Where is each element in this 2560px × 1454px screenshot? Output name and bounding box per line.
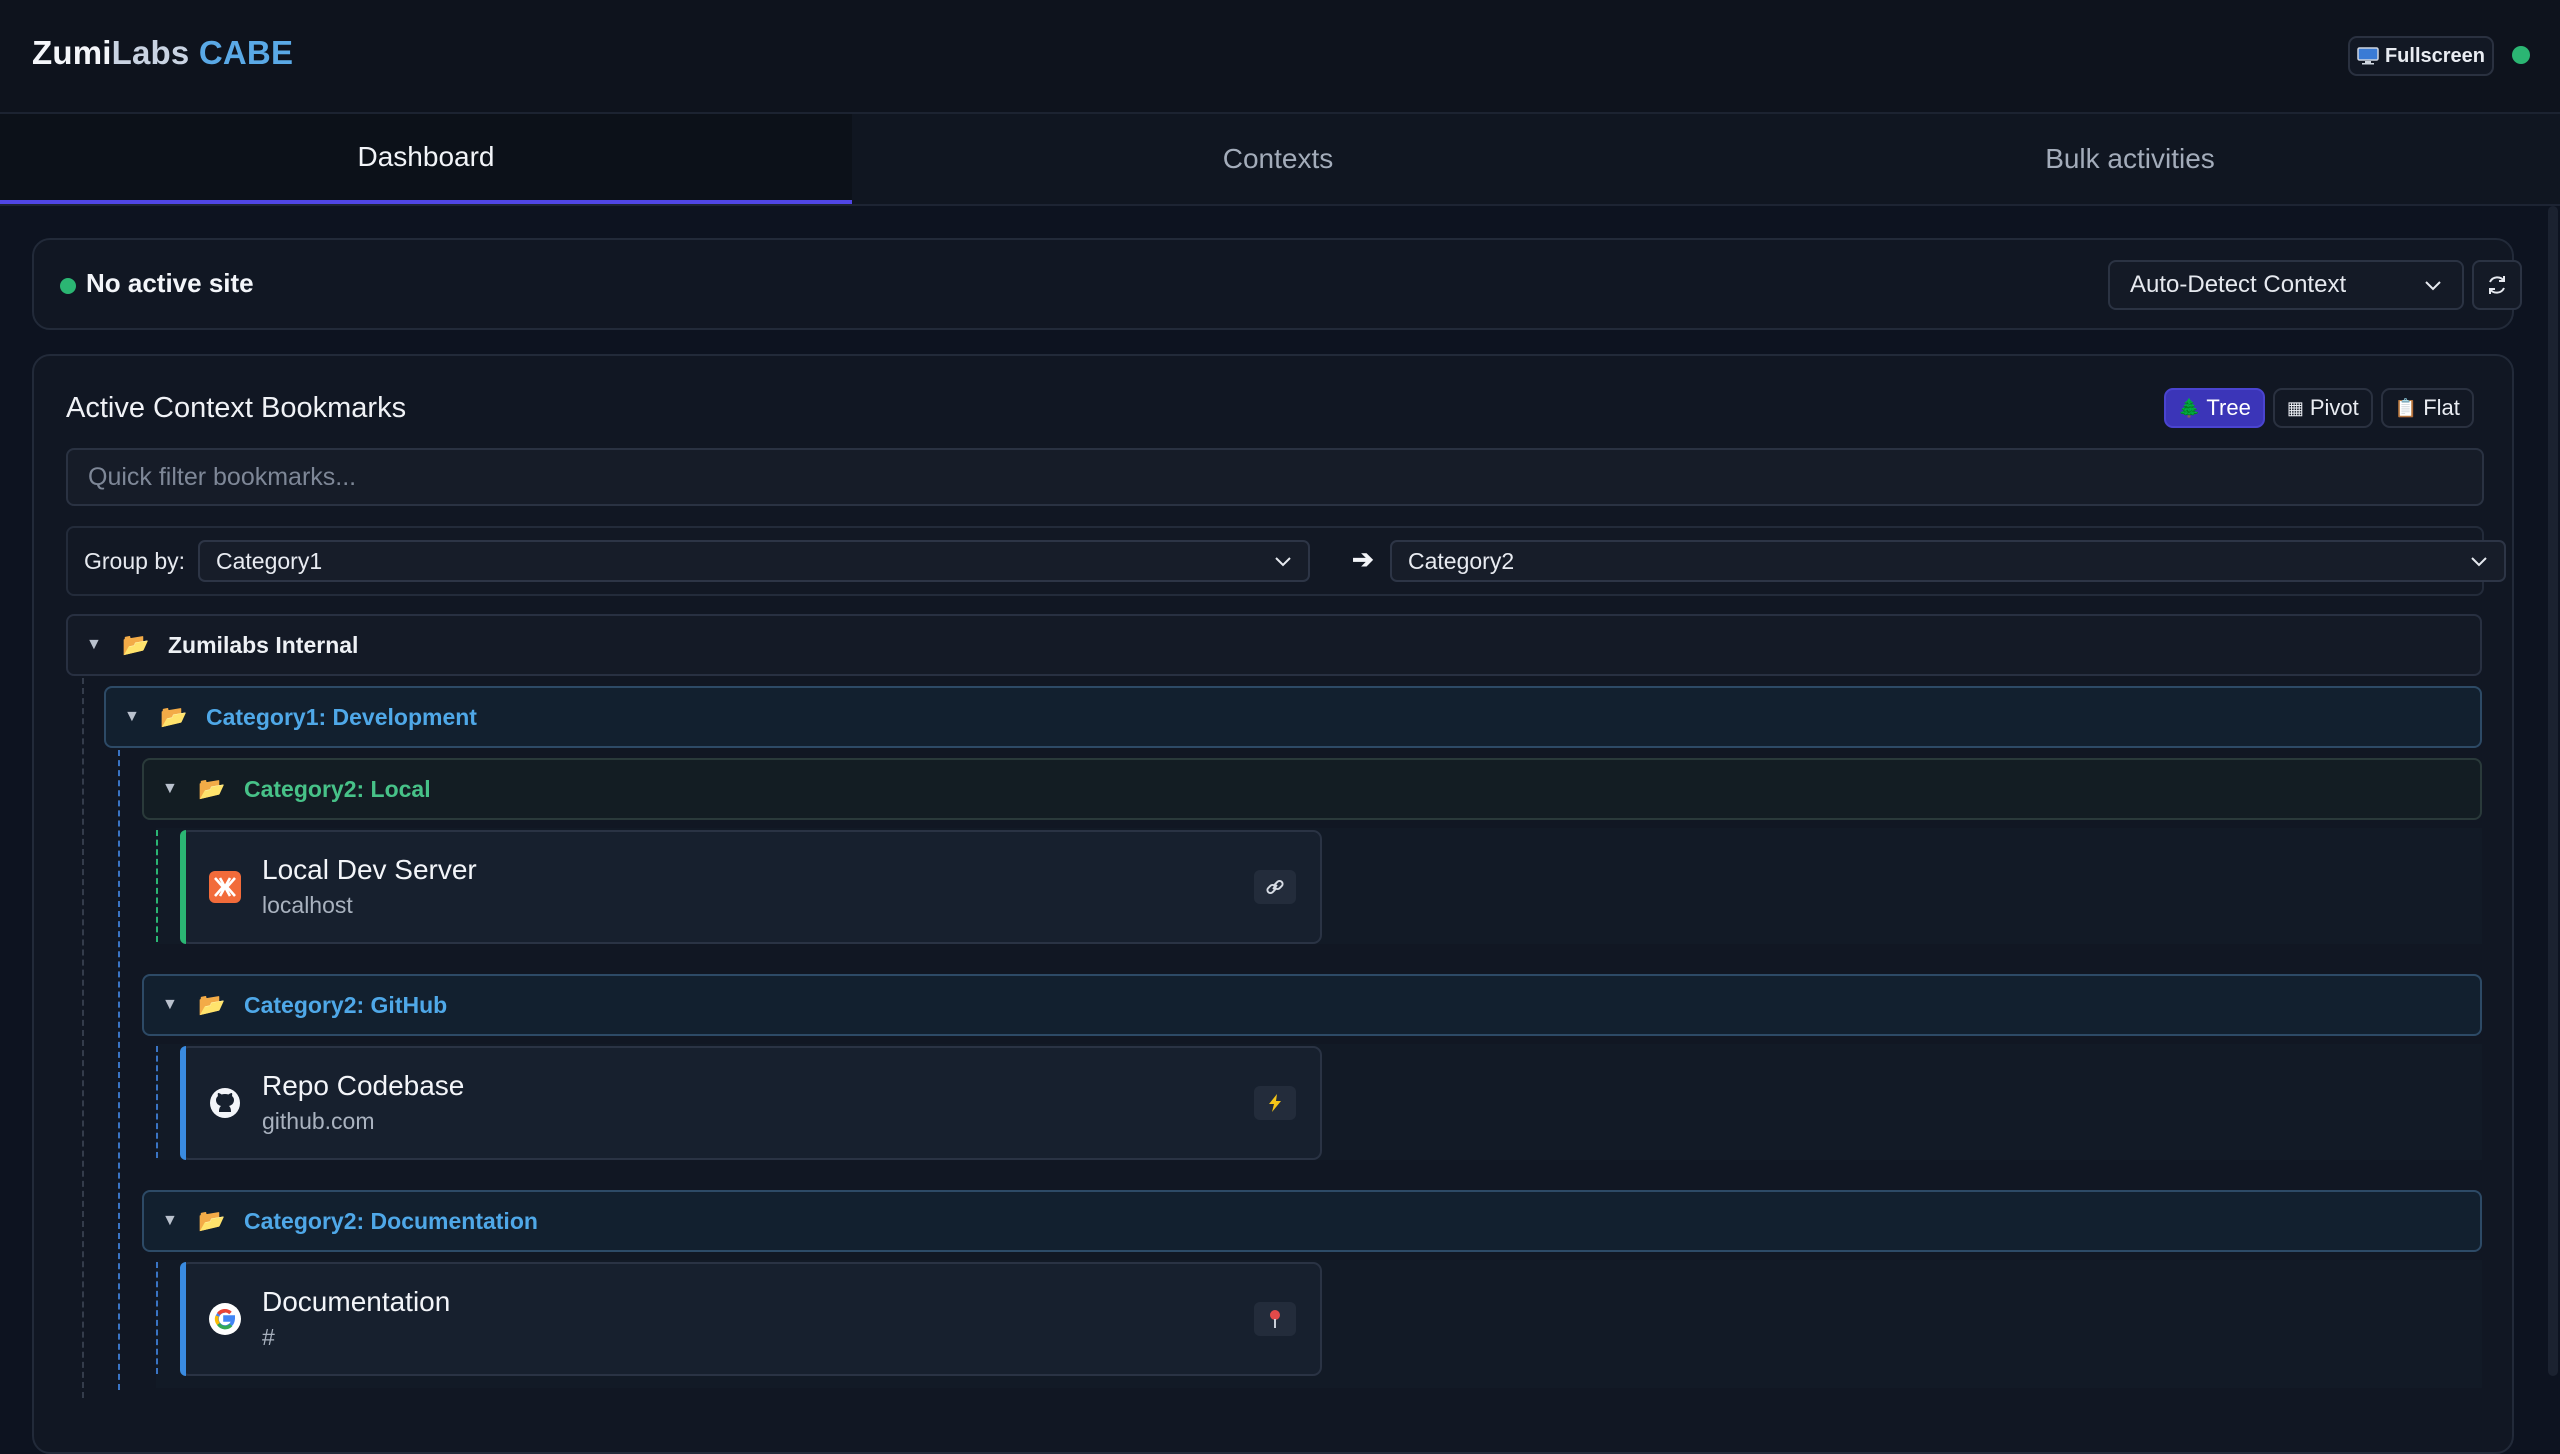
view-pivot-button[interactable]: ▦ Pivot: [2272, 388, 2373, 428]
caret-down-icon: ▼: [162, 996, 178, 1013]
tree-root-node[interactable]: ▼ 📂 Zumilabs Internal: [66, 614, 2482, 676]
brand-zumi: Zumi: [32, 34, 112, 71]
tree-category1-label: Category1: Development: [206, 703, 477, 730]
active-site-status: No active site: [86, 268, 254, 298]
view-flat-button[interactable]: 📋 Flat: [2380, 388, 2474, 428]
bookmark-card-documentation[interactable]: Documentation #: [180, 1262, 1322, 1376]
tree-category2-node-local[interactable]: ▼ 📂 Category2: Local: [142, 758, 2482, 820]
tab-bulk-activities[interactable]: Bulk activities: [1704, 114, 2556, 204]
bookmarks-title: Active Context Bookmarks: [66, 392, 407, 424]
app-brand: ZumiLabs CABE: [32, 34, 293, 72]
tab-dashboard[interactable]: Dashboard: [0, 114, 852, 204]
group-by-primary-select[interactable]: Category1: [198, 540, 1310, 582]
folder-icon: 📂: [122, 632, 150, 657]
github-icon: [210, 1088, 240, 1118]
tree-guide-line: [156, 1262, 158, 1374]
group-by-bar: Group by: Category1 ➔ Category2: [66, 526, 2506, 596]
bookmark-url: github.com: [262, 1108, 375, 1134]
caret-down-icon: ▼: [124, 708, 140, 725]
caret-down-icon: ▼: [162, 1212, 178, 1229]
refresh-context-button[interactable]: [2472, 260, 2522, 310]
bookmark-title: Documentation: [262, 1286, 451, 1317]
link-icon-glyph: [1266, 879, 1284, 895]
folder-icon: 📂: [198, 992, 226, 1017]
bookmark-card-repo[interactable]: Repo Codebase github.com: [180, 1046, 1322, 1160]
pin-icon[interactable]: [1254, 1302, 1296, 1336]
tree-category2-node-github[interactable]: ▼ 📂 Category2: GitHub: [142, 974, 2482, 1036]
pivot-icon: ▦: [2286, 397, 2304, 418]
tree-guide-line: [118, 750, 120, 1390]
tree-guide-line: [82, 678, 84, 1398]
active-site-panel: No active site Auto-Detect Context: [32, 238, 2522, 330]
pin-icon-glyph: [1270, 1310, 1280, 1328]
view-flat-label: Flat: [2423, 395, 2460, 420]
context-select-value: Auto-Detect Context: [2130, 271, 2347, 298]
chevron-down-icon: [2471, 557, 2487, 567]
folder-icon: 📂: [198, 1208, 226, 1233]
group-by-secondary-value: Category2: [1408, 547, 1515, 574]
tree-category2-label: Category2: Local: [244, 775, 431, 802]
caret-down-icon: ▼: [162, 780, 178, 797]
clipboard-icon: 📋: [2394, 397, 2418, 418]
link-icon[interactable]: [1254, 870, 1296, 904]
connection-status-indicator: [2512, 46, 2530, 64]
monitor-icon: [2357, 47, 2379, 65]
google-icon: [209, 1303, 241, 1335]
bookmark-url: #: [262, 1324, 275, 1350]
bookmark-title: Repo Codebase: [262, 1070, 465, 1101]
brand-labs: Labs: [111, 34, 190, 71]
bookmark-filter-placeholder: Quick filter bookmarks...: [88, 462, 357, 491]
fullscreen-button[interactable]: Fullscreen: [2348, 36, 2494, 76]
tree-category2-label: Category2: Documentation: [244, 1207, 538, 1234]
arrow-right-icon: ➔: [1352, 544, 1374, 574]
fullscreen-label: Fullscreen: [2384, 44, 2486, 67]
view-mode-switcher: 🌲 Tree ▦ Pivot 📋 Flat: [2164, 388, 2474, 428]
lightning-icon-glyph: [1269, 1094, 1281, 1112]
tree-root-label: Zumilabs Internal: [168, 631, 359, 658]
xampp-icon: [209, 871, 241, 903]
page-scrollbar[interactable]: [2548, 206, 2558, 1376]
view-tree-button[interactable]: 🌲 Tree: [2164, 388, 2265, 428]
brand-cabe: CABE: [198, 34, 294, 71]
tree-guide-line: [156, 830, 158, 942]
group-by-secondary-select[interactable]: Category2: [1390, 540, 2506, 582]
tree-guide-line: [156, 1046, 158, 1158]
chevron-down-icon: [1275, 557, 1291, 567]
folder-icon: 📂: [198, 776, 226, 801]
card-accent-bar: [180, 1262, 186, 1376]
caret-down-icon: ▼: [86, 636, 102, 653]
bookmark-filter-input[interactable]: Quick filter bookmarks...: [66, 448, 2484, 506]
group-by-primary-value: Category1: [216, 547, 323, 574]
card-accent-bar: [180, 830, 186, 944]
tree-category2-label: Category2: GitHub: [244, 991, 448, 1018]
refresh-icon: [2489, 276, 2505, 294]
view-tree-label: Tree: [2206, 395, 2251, 420]
tree-icon: 🌲: [2178, 397, 2201, 418]
app-header: ZumiLabs CABE Fullscreen: [0, 0, 2560, 114]
tab-contexts[interactable]: Contexts: [852, 114, 1704, 204]
context-select[interactable]: Auto-Detect Context: [2108, 260, 2464, 310]
main-tabs: Dashboard Contexts Bulk activities: [0, 114, 2560, 206]
bookmark-title: Local Dev Server: [262, 854, 477, 885]
lightning-icon[interactable]: [1254, 1086, 1296, 1120]
bookmark-card-local-dev[interactable]: Local Dev Server localhost: [180, 830, 1322, 944]
folder-icon: 📂: [160, 704, 188, 729]
group-by-label: Group by:: [84, 548, 185, 574]
site-status-dot: [60, 278, 76, 294]
chevron-down-icon: [2425, 281, 2441, 291]
tree-category2-node-documentation[interactable]: ▼ 📂 Category2: Documentation: [142, 1190, 2482, 1252]
view-pivot-label: Pivot: [2309, 395, 2359, 420]
tree-category1-node[interactable]: ▼ 📂 Category1: Development: [104, 686, 2482, 748]
card-accent-bar: [180, 1046, 186, 1160]
bookmark-url: localhost: [262, 892, 353, 918]
